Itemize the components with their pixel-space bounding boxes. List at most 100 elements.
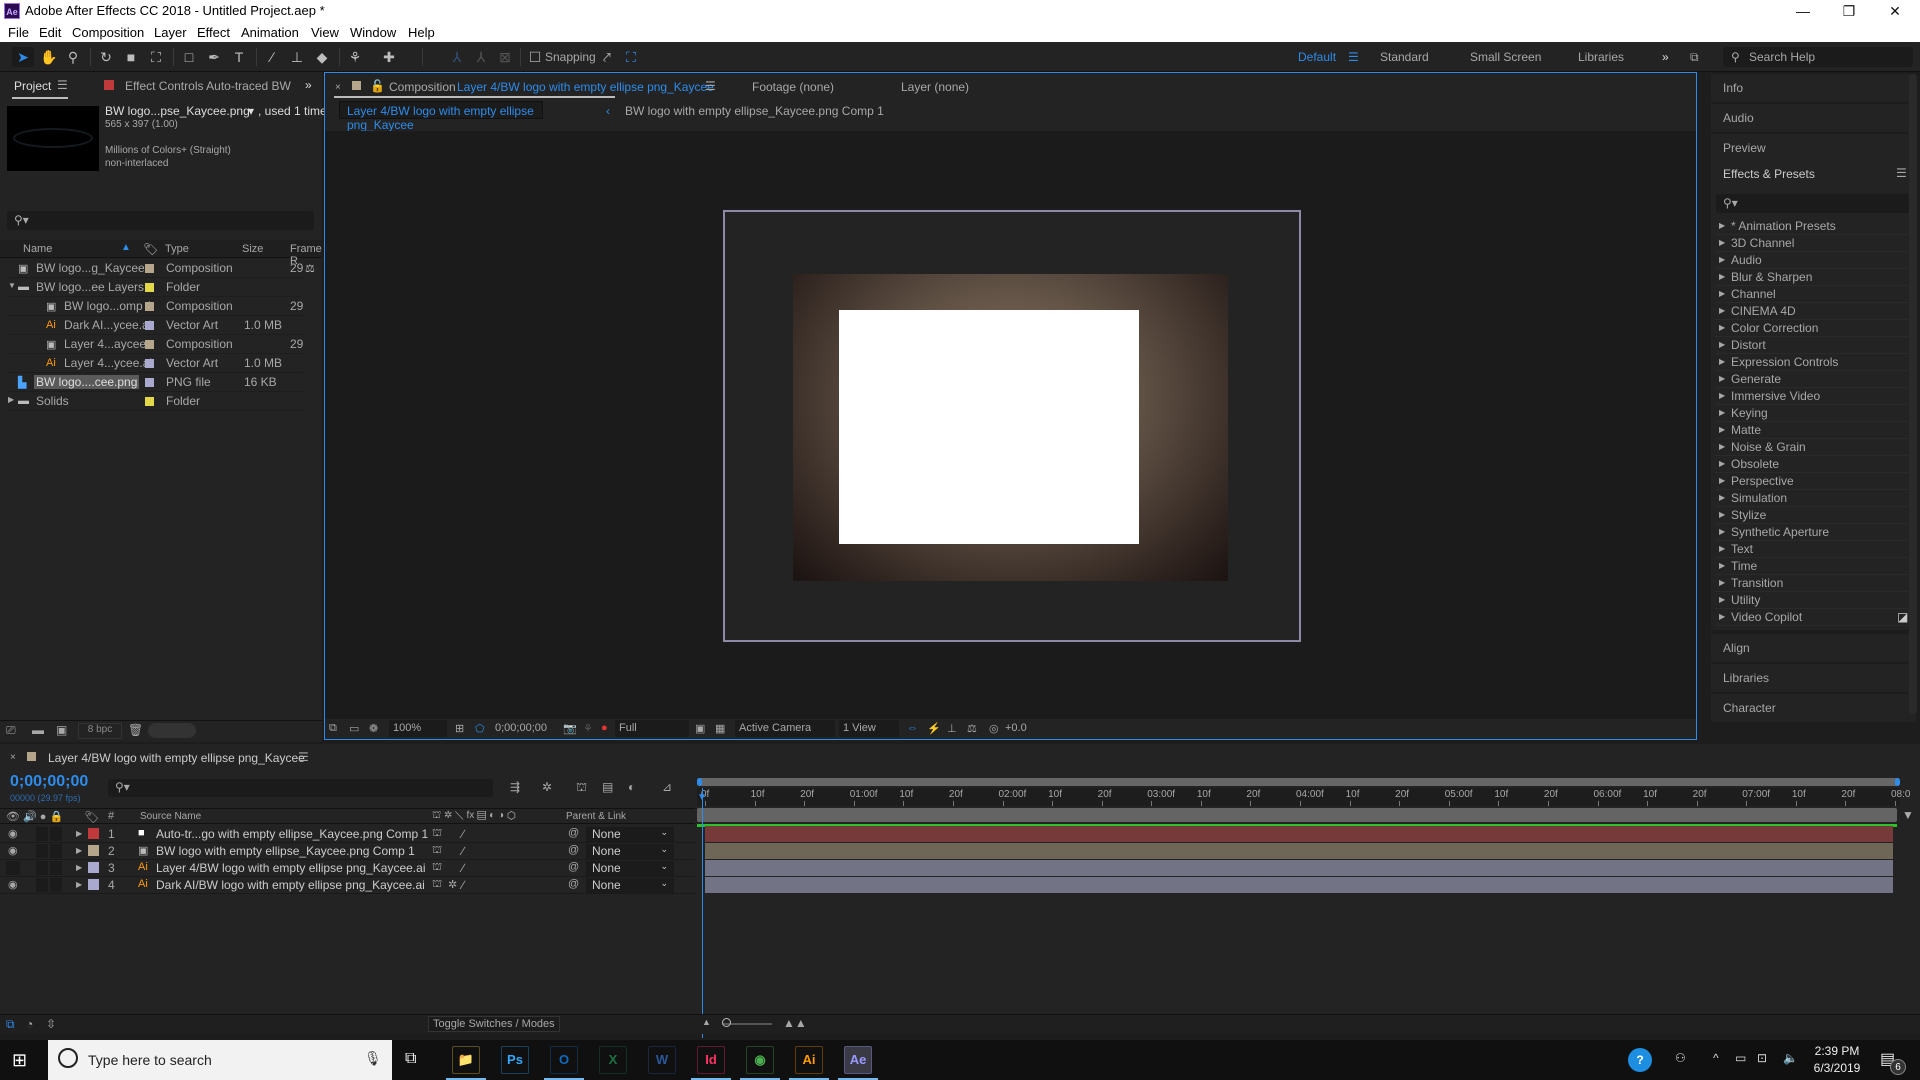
quality-switch-icon[interactable]: ∕ — [462, 827, 464, 841]
disclosure-collapsed-icon[interactable]: ▶ — [76, 880, 82, 889]
volume-icon[interactable]: 🔈 — [1783, 1051, 1798, 1065]
project-item[interactable]: ▣ Layer 4...aycee Composition 29 — [6, 335, 303, 354]
layer-name[interactable]: Layer 4/BW logo with empty ellipse png_K… — [156, 861, 425, 875]
project-item[interactable]: ▶ ▬ Solids Folder — [6, 392, 302, 411]
comp-tab-prefix[interactable]: Composition — [389, 80, 456, 94]
clock-date[interactable]: 6/3/2019 — [1812, 1061, 1862, 1075]
quality-switch-icon[interactable]: ∕ — [462, 861, 464, 875]
layer-name[interactable]: Dark AI/BW logo with empty ellipse png_K… — [156, 878, 425, 892]
project-item[interactable]: ▣ BW logo...g_Kaycee Composition 29 ⚖ — [6, 259, 315, 278]
view-axis-icon[interactable]: ⊠ — [494, 47, 516, 67]
disclosure-collapsed-icon[interactable]: ▶ — [1719, 408, 1725, 417]
lock-toggle[interactable] — [50, 878, 62, 892]
toggle-switches-modes-button[interactable]: Toggle Switches / Modes — [428, 1016, 560, 1032]
disclosure-collapsed-icon[interactable]: ▶ — [1719, 323, 1725, 332]
workspace-small-screen[interactable]: Small Screen — [1470, 50, 1541, 64]
parent-dropdown[interactable]: None ⌄ — [586, 861, 674, 876]
menu-help[interactable]: Help — [408, 25, 435, 40]
effects-search-input[interactable]: ⚲▾ — [1716, 194, 1911, 213]
draft-3d-icon[interactable]: ✲ — [542, 780, 552, 794]
help-icon[interactable]: ? — [1628, 1048, 1652, 1072]
eraser-tool-icon[interactable]: ◆ — [311, 47, 333, 67]
puppet-pin-tool-icon[interactable]: ✚ — [378, 47, 400, 67]
lock-toggle[interactable] — [50, 844, 62, 858]
tab-composition[interactable]: Layer 4/BW logo with empty ellipse png_K… — [457, 80, 714, 94]
solo-toggle[interactable] — [36, 827, 48, 841]
pick-whip-icon[interactable]: @ — [568, 844, 579, 856]
channel-icon[interactable]: ● — [601, 722, 608, 734]
navigator-start-handle[interactable] — [697, 778, 702, 786]
tab-timeline[interactable]: Layer 4/BW logo with empty ellipse png_K… — [48, 751, 305, 765]
view-layout-dropdown[interactable]: 1 View — [839, 720, 899, 737]
shy-switch-icon[interactable]: ⛫ — [432, 878, 442, 892]
taskbar-app-word[interactable]: W — [648, 1046, 676, 1074]
current-time[interactable]: 0;00;00;00 — [495, 722, 547, 734]
zoom-out-icon[interactable]: ▲ — [702, 1017, 711, 1027]
label-color[interactable] — [145, 397, 154, 406]
label-color[interactable] — [88, 845, 99, 856]
menu-animation[interactable]: Animation — [241, 25, 299, 40]
taskbar-app-chrome[interactable]: ◉ — [746, 1046, 774, 1074]
fast-preview-icon[interactable]: ⚡ — [927, 722, 941, 735]
label-color[interactable] — [145, 340, 154, 349]
effect-category[interactable]: ▶ Text — [1715, 541, 1915, 558]
workspace-menu-icon[interactable]: ☰ — [1348, 50, 1359, 64]
region-of-interest-icon[interactable]: ▣ — [695, 722, 705, 735]
navigator-end-handle[interactable] — [1895, 778, 1900, 786]
disclosure-collapsed-icon[interactable]: ▶ — [1719, 340, 1725, 349]
timeline-icon[interactable]: ⊥ — [947, 722, 957, 735]
collapse-switch-icon[interactable]: ✲ — [448, 878, 457, 891]
panel-align[interactable]: Align — [1711, 634, 1916, 662]
eye-icon[interactable]: ◉ — [8, 844, 18, 857]
panel-audio[interactable]: Audio — [1711, 104, 1916, 132]
panel-info[interactable]: Info — [1711, 74, 1916, 102]
taskbar-app-excel[interactable]: X — [599, 1046, 627, 1074]
menu-window[interactable]: Window — [350, 25, 396, 40]
layer-row[interactable]: ◉ ▶ 2 ▣ BW logo with empty ellipse_Kaycee.pn… — [0, 843, 695, 860]
label-color[interactable] — [145, 359, 154, 368]
taskbar-app-outlook[interactable]: O — [550, 1046, 578, 1074]
disclosure-collapsed-icon[interactable]: ▶ — [1719, 289, 1725, 298]
disclosure-collapsed-icon[interactable]: ▶ — [1719, 374, 1725, 383]
effect-category[interactable]: ▶ Perspective — [1715, 473, 1915, 490]
battery-icon[interactable]: ▭ — [1735, 1051, 1746, 1065]
disclosure-collapsed-icon[interactable]: ▶ — [1719, 544, 1725, 553]
disclosure-expanded-icon[interactable]: ▼ — [8, 281, 16, 290]
more-workspaces-icon[interactable]: » — [1662, 50, 1669, 64]
eye-icon[interactable]: ◉ — [8, 878, 18, 891]
zoom-tool-icon[interactable]: ⚲ — [62, 47, 84, 67]
workspace-standard[interactable]: Standard — [1380, 50, 1429, 64]
microphone-icon[interactable]: 🎙 — [364, 1050, 382, 1067]
taskbar-search-input[interactable]: Type here to search 🎙 — [48, 1040, 392, 1080]
parent-dropdown[interactable]: None ⌄ — [586, 878, 674, 893]
tab-layer[interactable]: Layer (none) — [901, 80, 969, 94]
snap-options-icon[interactable]: ⤤ — [596, 47, 618, 67]
pen-tool-icon[interactable]: ✒ — [203, 47, 225, 67]
more-panels-icon[interactable]: » — [305, 78, 312, 92]
label-tag-icon[interactable]: 🏷 — [143, 242, 158, 256]
layer-switches-icon[interactable]: ⧉ — [6, 1017, 15, 1032]
pick-whip-icon[interactable]: @ — [568, 878, 579, 890]
panel-menu-icon[interactable]: ☰ — [705, 79, 716, 93]
new-composition-icon[interactable]: ▣ — [56, 723, 67, 737]
pick-whip-icon[interactable]: @ — [568, 861, 579, 873]
effect-category[interactable]: ▶ Blur & Sharpen — [1715, 269, 1915, 286]
workspace-libraries[interactable]: Libraries — [1578, 50, 1624, 64]
column-type[interactable]: Type — [165, 243, 189, 255]
always-preview-icon[interactable]: ⧉ — [329, 722, 337, 735]
local-axis-icon[interactable]: ⅄ — [446, 47, 468, 67]
solo-toggle[interactable] — [36, 844, 48, 858]
panel-menu-icon[interactable]: ☰ — [1896, 166, 1907, 180]
clone-stamp-tool-icon[interactable]: ⊥ — [286, 47, 308, 67]
composition-mini-flowchart-icon[interactable]: ⇶ — [510, 780, 520, 794]
column-size[interactable]: Size — [242, 243, 263, 255]
label-color[interactable] — [145, 378, 154, 387]
type-tool-icon[interactable]: T — [228, 47, 250, 67]
snap-features-icon[interactable]: ⛶ — [620, 47, 642, 67]
composition-canvas[interactable] — [325, 131, 1696, 719]
zoom-in-icon[interactable]: ▲▲ — [783, 1016, 807, 1030]
disclosure-collapsed-icon[interactable]: ▶ — [1719, 561, 1725, 570]
lock-icon[interactable]: 🔓 — [370, 79, 385, 93]
delete-icon[interactable]: 🗑 — [128, 723, 143, 737]
reset-exposure-icon[interactable]: ◎ — [989, 722, 999, 735]
